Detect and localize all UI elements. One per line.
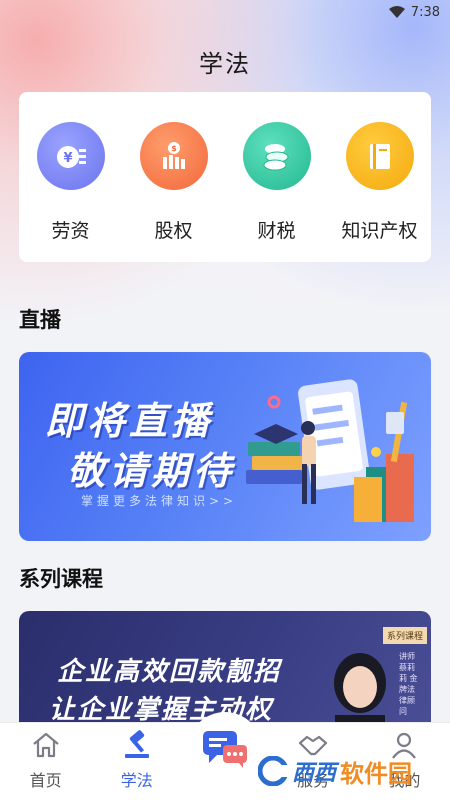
nav-label-home: 首页	[29, 771, 62, 790]
equity-chart-icon: $	[139, 122, 208, 190]
svg-text:¥: ¥	[63, 151, 72, 166]
category-label: 股权	[154, 220, 193, 242]
watermark-brand: 西西	[292, 760, 337, 785]
nav-label-learn: 学法	[120, 771, 153, 790]
course-badge: 系列课程	[382, 627, 427, 644]
coins-icon	[242, 122, 311, 190]
courses-section-title: 系列课程	[19, 567, 103, 591]
watermark-logo-icon	[258, 756, 288, 786]
live-banner-title: 即将直播	[45, 399, 214, 443]
nav-chat-button[interactable]	[188, 712, 262, 786]
watermark: 西西 软件园	[258, 752, 436, 790]
book-icon	[345, 122, 414, 190]
category-item-labor[interactable]: ¥ 劳资	[26, 122, 116, 262]
wifi-icon	[388, 6, 405, 18]
nav-item-learn[interactable]: 学法	[97, 723, 177, 791]
category-card: ¥ 劳资 $ 股权 财税 知识产权	[19, 92, 431, 262]
live-banner-caption: 掌握更多法律知识>>	[81, 494, 238, 508]
course-banner-title: 企业高效回款靓招	[57, 657, 282, 687]
category-label: 知识产权	[341, 220, 418, 242]
chat-icon	[203, 731, 247, 768]
category-item-tax[interactable]: 财税	[232, 122, 322, 262]
watermark-soft: 软件园	[340, 759, 413, 788]
category-item-equity[interactable]: $ 股权	[129, 122, 219, 262]
home-icon	[32, 732, 59, 758]
category-item-ip[interactable]: 知识产权	[335, 122, 425, 262]
svg-text:$: $	[171, 144, 177, 153]
course-teacher-info: 讲师 蔡莉莉 金牌法律顾问	[399, 652, 418, 716]
study-illustration-icon	[246, 379, 414, 522]
status-time: 7:38	[410, 4, 440, 20]
gavel-icon	[124, 730, 149, 758]
money-bag-icon: ¥	[36, 122, 105, 190]
category-label: 劳资	[51, 220, 90, 242]
nav-item-home[interactable]: 首页	[6, 723, 86, 791]
live-banner[interactable]: 即将直播 敬请期待 掌握更多法律知识>>	[19, 352, 431, 541]
status-bar: 7:38	[0, 0, 450, 24]
page-title: 学法	[199, 50, 251, 78]
category-label: 财税	[257, 220, 296, 242]
live-banner-subtitle: 敬请期待	[67, 449, 236, 493]
live-section-title: 直播	[19, 308, 61, 332]
